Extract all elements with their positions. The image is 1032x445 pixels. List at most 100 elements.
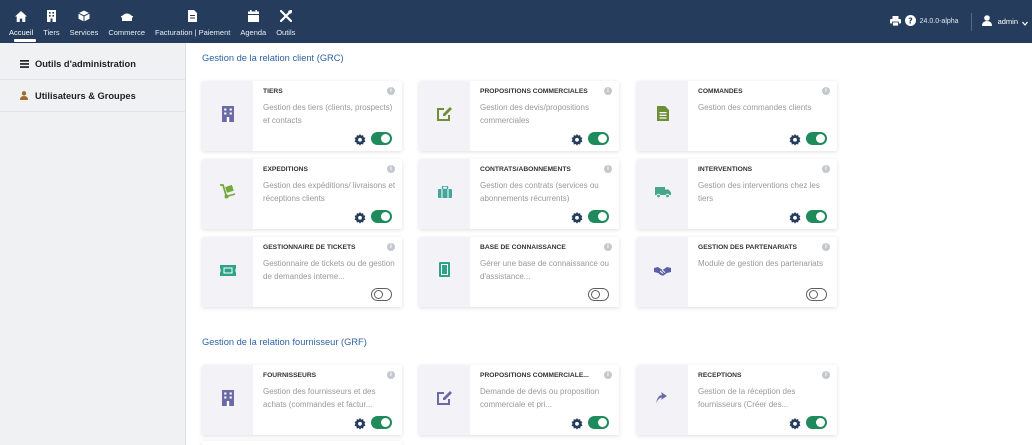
module-toggle-off[interactable]: [588, 288, 609, 301]
gear-icon[interactable]: [354, 211, 366, 224]
module-toggle-on[interactable]: [588, 416, 609, 429]
module-toggle-on[interactable]: [806, 210, 827, 223]
module-icon-box: [202, 365, 253, 435]
info-icon[interactable]: i: [822, 165, 830, 173]
module-toggle-on[interactable]: [371, 132, 392, 145]
calendar-icon: [247, 9, 259, 23]
proposal-icon: [436, 390, 453, 410]
info-icon[interactable]: i: [604, 243, 612, 251]
top-menu: Accueil Tiers Services Commerce Facturat…: [4, 0, 300, 43]
topmenu-outils[interactable]: Outils: [271, 0, 300, 43]
dolly-icon: [219, 184, 236, 204]
topbar-right: ? 24.0.0-alpha admin: [889, 0, 1028, 43]
module-title: GESTION DES PARTENARIATS: [698, 244, 797, 251]
module-icon-box: [419, 81, 470, 151]
info-icon[interactable]: i: [387, 165, 395, 173]
module-description: Module de gestion des partenariats: [698, 259, 823, 268]
gear-icon[interactable]: [354, 133, 366, 146]
info-icon[interactable]: i: [822, 87, 830, 95]
module-toggle-on[interactable]: [371, 416, 392, 429]
gear-icon[interactable]: [789, 133, 801, 146]
tools-icon: [279, 9, 292, 23]
module-title: INTERVENTIONS: [698, 166, 753, 173]
module-toggle-on[interactable]: [806, 416, 827, 429]
module-icon-box: [419, 159, 470, 229]
invoice-icon: [188, 9, 198, 23]
module-card-tickets[interactable]: GESTIONNAIRE DE TICKETS i Gestionnaire d…: [202, 237, 402, 307]
top-navbar: Accueil Tiers Services Commerce Facturat…: [0, 0, 1032, 43]
user-icon[interactable]: [981, 13, 992, 31]
topmenu-tiers[interactable]: Tiers: [38, 0, 64, 43]
topmenu-services[interactable]: Services: [65, 0, 104, 43]
user-name[interactable]: admin: [998, 17, 1018, 26]
module-card-partnerships[interactable]: GESTION DES PARTENARIATS i Module de ges…: [637, 237, 837, 307]
topmenu-agenda[interactable]: Agenda: [235, 0, 271, 43]
module-card-fournisseurs[interactable]: FOURNISSEURS i Gestion des fournisseurs …: [202, 365, 402, 435]
module-card-commandes[interactable]: COMMANDES i Gestion des commandes client…: [637, 81, 837, 151]
info-icon[interactable]: i: [822, 243, 830, 251]
module-card-expeditions[interactable]: EXPÉDITIONS i Gestion des expéditions/ l…: [202, 159, 402, 229]
topmenu-accueil[interactable]: Accueil: [4, 0, 38, 43]
gear-icon[interactable]: [789, 211, 801, 224]
user-icon: [19, 91, 29, 100]
gear-icon[interactable]: [571, 417, 583, 430]
module-description: Gestion de la réception des fournisseurs…: [698, 387, 796, 409]
gear-icon[interactable]: [571, 211, 583, 224]
module-toggle-on[interactable]: [588, 132, 609, 145]
info-icon[interactable]: i: [604, 165, 612, 173]
chevron-down-icon[interactable]: [1022, 13, 1028, 31]
sidebar-item-label: Utilisateurs & Groupes: [35, 90, 136, 101]
module-title: RÉCEPTIONS: [698, 372, 742, 379]
module-card-supplier-proposals[interactable]: PROPOSITIONS COMMERCIALE... i Demande de…: [419, 365, 619, 435]
module-title: GESTIONNAIRE DE TICKETS: [263, 244, 356, 251]
section-title-grc: Gestion de la relation client (GRC): [202, 53, 344, 63]
topmenu-label: Facturation | Paiement: [155, 28, 231, 37]
handshake-icon: [654, 263, 671, 281]
topmenu-label: Commerce: [108, 28, 146, 37]
module-toggle-off[interactable]: [371, 288, 392, 301]
module-card-tiers[interactable]: TIERS i Gestion des tiers (clients, pros…: [202, 81, 402, 151]
topmenu-commerce[interactable]: Commerce: [103, 0, 150, 43]
gear-icon[interactable]: [789, 417, 801, 430]
truck-icon: [654, 185, 671, 203]
proposal-icon: [436, 106, 453, 126]
module-icon-box: [419, 237, 470, 307]
info-icon[interactable]: i: [604, 87, 612, 95]
help-icon[interactable]: ?: [904, 13, 916, 31]
module-icon-box: [202, 81, 253, 151]
module-card-contrats[interactable]: CONTRATS/ABONNEMENTS i Gestion des contr…: [419, 159, 619, 229]
module-card-knowledge-base[interactable]: BASE DE CONNAISSANCE i Gérer une base de…: [419, 237, 619, 307]
info-icon[interactable]: i: [604, 371, 612, 379]
active-menu-indicator: [14, 39, 36, 42]
version-label: 24.0.0-alpha: [919, 18, 959, 25]
module-card-propositions[interactable]: PROPOSITIONS COMMERCIALES i Gestion des …: [419, 81, 619, 151]
print-icon[interactable]: [889, 13, 901, 31]
module-toggle-on[interactable]: [371, 210, 392, 223]
module-toggle-off[interactable]: [806, 288, 827, 301]
module-toggle-on[interactable]: [588, 210, 609, 223]
module-title: COMMANDES: [698, 88, 743, 95]
topmenu-label: Accueil: [9, 28, 34, 37]
sidebar-item-users-groups[interactable]: Utilisateurs & Groupes: [0, 80, 185, 112]
module-card-partial: [202, 441, 402, 445]
list-icon: [19, 59, 29, 68]
info-icon[interactable]: i: [387, 87, 395, 95]
sidebar-item-admin-tools[interactable]: Outils d'administration: [0, 48, 185, 80]
module-description: Gestion des tiers (clients, prospects) e…: [263, 103, 393, 125]
gear-icon[interactable]: [354, 417, 366, 430]
topmenu-label: Services: [69, 28, 99, 37]
module-title: PROPOSITIONS COMMERCIALE...: [480, 372, 589, 379]
book-icon: [439, 262, 450, 282]
module-icon-box: [637, 365, 688, 435]
module-card-receptions[interactable]: RÉCEPTIONS i Gestion de la réception des…: [637, 365, 837, 435]
info-icon[interactable]: i: [387, 243, 395, 251]
module-card-interventions[interactable]: INTERVENTIONS i Gestion des intervention…: [637, 159, 837, 229]
module-toggle-on[interactable]: [806, 132, 827, 145]
reception-icon: [655, 391, 670, 409]
info-icon[interactable]: i: [387, 371, 395, 379]
info-icon[interactable]: i: [822, 371, 830, 379]
module-description: Gestion des expéditions/ livraisons et r…: [263, 181, 396, 203]
topmenu-facturation[interactable]: Facturation | Paiement: [150, 0, 235, 43]
gear-icon[interactable]: [571, 133, 583, 146]
module-icon-box: [637, 81, 688, 151]
